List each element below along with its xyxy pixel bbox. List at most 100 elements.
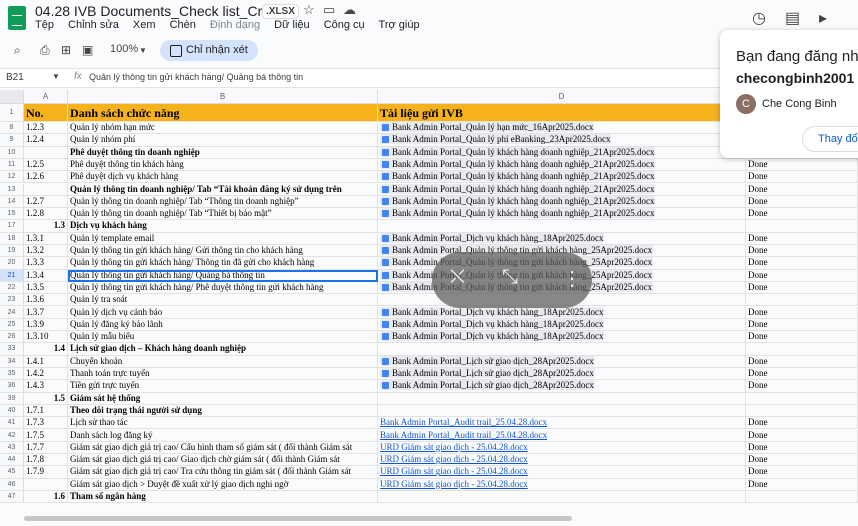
cell-function[interactable]: Dịch vụ khách hàng [68,220,378,233]
cell-no[interactable]: 1.5 [24,392,68,405]
row-number[interactable]: 11 [0,158,24,172]
cell-document[interactable]: Bank Admin Portal_Audit trail_25.04.28.d… [378,429,746,442]
menu-data[interactable]: Dữ liệu [274,19,310,31]
file-smart-chip[interactable]: Bank Admin Portal_Quản lý khách hàng doa… [380,208,656,219]
cell-document[interactable]: Bank Admin Portal_Dịch vụ khách hàng_18A… [378,318,746,332]
cell-no[interactable]: 1.2.6 [24,171,68,184]
cell-document[interactable]: Bank Admin Portal_Lịch sử giao dịch_28Ap… [378,380,746,393]
cell-function[interactable]: Giám sát giao dịch giá trị cao/ Giao dịc… [68,454,378,467]
cell-function[interactable]: Giám sát giao dịch giá trị cao/ Tra cứu … [68,466,378,479]
column-header-b[interactable]: B [68,90,378,104]
horizontal-scrollbar[interactable] [24,516,572,521]
row-number[interactable]: 8 [0,122,24,135]
cell-no[interactable]: 1.4.3 [24,380,68,393]
cell-status[interactable]: Done [746,158,858,172]
cell-status[interactable]: Done [746,331,858,344]
cell-function[interactable]: Quản lý thông tin gửi khách hàng/ Thông … [68,257,378,270]
row-number[interactable]: 36 [0,380,24,393]
cell-document[interactable] [378,404,746,418]
star-icon[interactable]: ☆ [303,2,315,18]
file-smart-chip[interactable]: Bank Admin Portal_Lịch sử giao dịch_28Ap… [380,368,595,378]
cell-document[interactable]: URD Giám sát giao dịch - 25.04.28.docx [378,466,746,479]
cell-function[interactable]: Quản lý thông tin doanh nghiệp/ Tab “Thi… [68,208,378,221]
cell-function[interactable]: Quản lý nhóm hạn mức [68,122,378,135]
cell-no[interactable]: 1.3.9 [24,318,68,332]
cell-function[interactable]: Giám sát giao dịch giá trị cao/ Cấu hình… [68,441,378,455]
cell-no[interactable] [24,183,68,196]
cell-function[interactable]: Lịch sử thao tác [68,417,378,430]
cell-document[interactable]: Bank Admin Portal_Lịch sử giao dịch_28Ap… [378,368,746,381]
cell-function[interactable]: Theo dõi trạng thái người sử dụng [68,404,378,418]
row-number[interactable]: 20 [0,257,24,270]
row-number[interactable]: 22 [0,281,24,295]
menu-help[interactable]: Trợ giúp [379,19,420,31]
cell-function[interactable]: Phê duyệt thông tin doanh nghiệp [68,146,378,159]
search-menus-icon[interactable]: ⌕ [14,43,21,58]
row-number[interactable]: 18 [0,232,24,245]
cell-document[interactable]: Bank Admin Portal_Quản lý khách hàng doa… [378,183,746,196]
row-number[interactable]: 21 [0,269,24,282]
cell-no[interactable]: 1.4 [24,343,68,356]
row-number[interactable]: 40 [0,404,24,418]
row-number[interactable]: 1 [0,104,24,122]
menu-tools[interactable]: Công cụ [324,19,365,31]
cell-no[interactable]: 1.2.8 [24,208,68,221]
meet-video-icon[interactable]: ▸ [819,8,827,28]
menu-edit[interactable]: Chỉnh sửa [68,19,119,31]
row-number[interactable]: 17 [0,220,24,233]
cell-no[interactable]: 1.2.5 [24,158,68,172]
cell-status[interactable] [746,294,858,307]
cell-no[interactable]: 1.3.10 [24,331,68,344]
cell-status[interactable]: Done [746,417,858,430]
cell-function[interactable]: Tham số ngân hàng [68,491,378,504]
cell-document[interactable]: URD Giám sát giao dịch - 25.04.28.docx [378,478,746,491]
file-smart-chip[interactable]: Bank Admin Portal_Quản lý khách hàng doa… [380,171,656,182]
cell-status[interactable] [746,392,858,405]
cell-function[interactable]: Giám sát hệ thống [68,392,378,405]
zoom-chevron-down-icon[interactable]: ▼ [139,46,147,55]
cell-no[interactable]: 1.4.2 [24,368,68,381]
cell-no[interactable]: 1.3.4 [24,269,68,282]
cell-function[interactable]: Quản lý đăng ký bảo lãnh [68,318,378,332]
cell-status[interactable]: Done [746,245,858,258]
cell-status[interactable]: Done [746,368,858,381]
header-function-list[interactable]: Danh sách chức năng [68,104,378,122]
cell-no[interactable]: 1.7.8 [24,454,68,467]
cell-status[interactable]: Done [746,257,858,270]
cell-status[interactable]: Done [746,429,858,442]
cell-status[interactable]: Done [746,454,858,467]
cell-status[interactable] [746,491,858,504]
cell-document[interactable] [378,343,746,356]
file-smart-chip[interactable]: Bank Admin Portal_Dịch vụ khách hàng_18A… [380,318,605,329]
row-number[interactable]: 45 [0,466,24,479]
cell-function[interactable]: Quản lý thông tin gửi khách hàng/ Gửi th… [68,245,378,258]
print-icon[interactable]: ⎙ [40,43,50,58]
row-number[interactable]: 12 [0,171,24,184]
file-smart-chip[interactable]: Bank Admin Portal_Dịch vụ khách hàng_18A… [380,331,605,342]
cell-no[interactable]: 1.3.1 [24,232,68,245]
cell-function[interactable]: Quản lý tra soát [68,294,378,307]
header-no[interactable]: No. [24,104,68,122]
cell-function[interactable]: Quản lý nhóm phí [68,134,378,147]
cell-function[interactable]: Quản lý thông tin doanh nghiệp/ Tab “Tài… [68,183,378,196]
cell-function[interactable]: Quản lý thông tin doanh nghiệp/ Tab “Thô… [68,195,378,209]
row-number[interactable]: 14 [0,195,24,209]
cell-no[interactable]: 1.7.1 [24,404,68,418]
cell-status[interactable]: Done [746,183,858,196]
file-smart-chip[interactable]: Bank Admin Portal_Quản lý hạn mức_16Apr2… [380,122,595,132]
menu-format[interactable]: Định dạng [210,19,260,31]
row-number[interactable]: 9 [0,134,24,147]
row-number[interactable]: 33 [0,343,24,356]
file-smart-chip[interactable]: Bank Admin Portal_Lịch sử giao dịch_28Ap… [380,355,595,366]
cell-document[interactable]: Bank Admin Portal_Dịch vụ khách hàng_18A… [378,331,746,344]
formula-input[interactable]: Quản lý thông tin gửi khách hàng/ Quảng … [89,72,303,82]
cell-status[interactable]: Done [746,466,858,479]
cell-status[interactable]: Done [746,208,858,221]
cell-function[interactable]: Quản lý template email [68,232,378,245]
history-icon[interactable]: ◷ [752,8,766,28]
row-number[interactable]: 25 [0,318,24,332]
cell-no[interactable]: 1.3.6 [24,294,68,307]
file-smart-chip[interactable]: Bank Admin Portal_Quản lý khách hàng doa… [380,146,656,157]
cell-document[interactable]: Bank Admin Portal_Quản lý hạn mức_16Apr2… [378,122,746,135]
cell-document[interactable]: URD Giám sát giao dịch - 25.04.28.docx [378,454,746,467]
